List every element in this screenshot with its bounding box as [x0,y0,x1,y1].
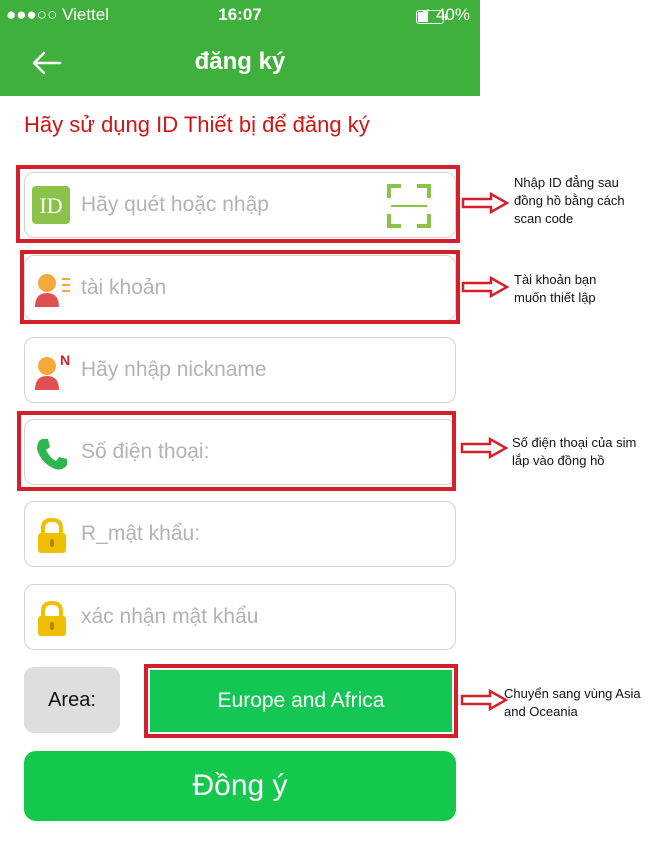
lock-icon [38,600,66,636]
battery-icon [415,10,447,24]
password-field[interactable]: R_mật khẩu: [24,501,456,567]
note-line: and Oceania [504,704,578,719]
nickname-field[interactable]: N Hãy nhập nickname [24,337,456,403]
agree-button[interactable]: Đồng ý [24,751,456,821]
lock-icon [38,517,66,553]
annotation-arrow-icon [461,276,509,298]
nickname-badge: N [60,353,70,368]
status-bar: ●●●○○ Viettel 16:07 40% [0,0,480,32]
annotation-box-area [144,664,458,738]
battery-status: 40% [415,5,470,25]
annotation-device-id: Nhập ID đẳng sau đồng hồ bằng cách scan … [514,174,625,228]
area-label: Area: [24,667,120,733]
instruction-text: Hãy sử dụng ID Thiết bị để đăng ký [24,112,370,137]
annotation-phone: Số điện thoại của sim lắp vào đồng hồ [512,434,636,470]
note-line: lắp vào đồng hồ [512,453,605,468]
note-line: scan code [514,211,574,226]
note-line: muốn thiết lập [514,290,596,305]
note-line: đồng hồ bằng cách [514,193,625,208]
annotation-account: Tài khoản bạn muốn thiết lập [514,271,596,307]
nickname-placeholder: Hãy nhập nickname [81,358,267,381]
note-line: Chuyển sang vùng Asia [504,686,641,701]
confirm-password-field[interactable]: xác nhận mật khẩu [24,584,456,650]
password-placeholder: R_mật khẩu: [81,522,201,545]
battery-fill [417,12,429,22]
note-line: Tài khoản bạn [514,272,597,287]
annotation-box-phone [17,411,456,491]
clock: 16:07 [218,5,262,24]
annotation-arrow-icon [461,192,509,214]
annotation-box-device-id [16,165,460,243]
annotation-arrow-icon [460,437,508,459]
page-title: đăng ký [194,48,286,75]
user-nickname-icon: N [35,353,70,390]
confirm-password-placeholder: xác nhận mật khẩu [81,605,259,628]
note-line: Nhập ID đẳng sau [514,175,619,190]
note-line: Số điện thoại của sim [512,435,637,450]
nav-bar: đăng ký [0,32,480,96]
annotation-box-account [20,250,460,324]
annotation-arrow-icon [460,689,508,711]
annotation-area: Chuyển sang vùng Asia and Oceania [504,685,641,721]
